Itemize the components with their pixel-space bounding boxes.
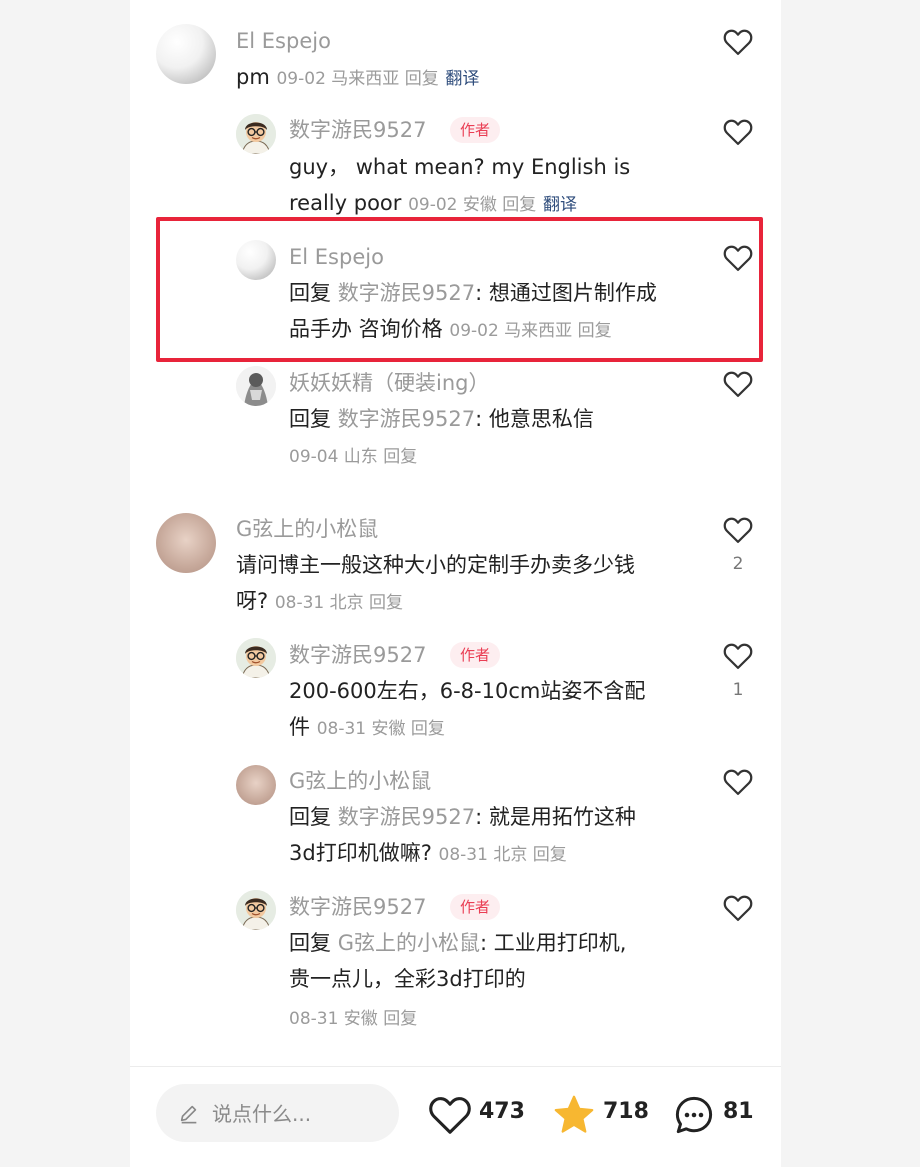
avatar[interactable] [156, 24, 216, 84]
comment-meta: 08-31 安徽 回复 [289, 1009, 418, 1029]
pencil-icon [180, 1105, 197, 1124]
mention-link[interactable]: 数字游民9527 [338, 407, 475, 431]
author-badge: 作者 [450, 642, 501, 668]
reply-prefix: 回复 [289, 931, 338, 955]
comment-text: 呀? [236, 589, 269, 613]
avatar[interactable] [236, 114, 276, 154]
heart-icon[interactable] [723, 516, 753, 544]
cartoon-avatar-icon [236, 890, 276, 930]
mention-link[interactable]: G弦上的小松鼠 [338, 931, 480, 955]
comment-meta: 09-04 山东 回复 [289, 447, 418, 467]
comment-body[interactable]: 回复 数字游民9527: 就是用拓竹这种 3d打印机做嘛? 08-31 北京 回… [289, 799, 709, 873]
avatar[interactable] [156, 513, 216, 573]
comment-count: 81 [723, 1099, 754, 1124]
comment-body[interactable]: guy， what mean? my English is really poo… [289, 149, 709, 223]
comment-text: 200-600左右，6-8-10cm站姿不含配 [289, 679, 646, 703]
comment-meta: 09-02 安徽 回复 [408, 195, 537, 215]
comment-meta: 08-31 北京 回复 [274, 593, 404, 613]
comment-text: : 工业用打印机, [479, 931, 627, 955]
comment-text: 3d打印机做嘛? [289, 841, 432, 865]
avatar[interactable] [236, 765, 276, 805]
translate-link[interactable]: 翻译 [543, 195, 577, 215]
sketch-avatar-icon [236, 366, 276, 406]
comment-bubble-icon[interactable] [673, 1094, 715, 1136]
username[interactable]: 数字游民9527 [289, 115, 426, 145]
comment-body[interactable]: 200-600左右，6-8-10cm站姿不含配 件 08-31 安徽 回复 [289, 673, 709, 747]
reply-prefix: 回复 [289, 805, 338, 829]
translate-link[interactable]: 翻译 [445, 69, 479, 89]
comment-text: really poor [289, 191, 402, 215]
comment-text: 件 [289, 715, 310, 739]
comment-body[interactable]: 回复 数字游民9527: 他意思私信 [289, 401, 709, 437]
avatar[interactable] [236, 890, 276, 930]
comment-placeholder: 说点什么... [212, 1102, 312, 1126]
comment-stat[interactable]: 81 [673, 1095, 773, 1135]
comment-text: pm [236, 65, 270, 89]
avatar[interactable] [236, 366, 276, 406]
comment-text: 贵一点儿，全彩3d打印的 [289, 967, 526, 991]
star-count: 718 [603, 1099, 649, 1124]
heart-icon[interactable] [723, 894, 753, 922]
heart-icon[interactable] [723, 118, 753, 146]
cartoon-avatar-icon [236, 638, 276, 678]
username[interactable]: 妖妖妖精（硬装ing） [289, 368, 489, 398]
heart-icon[interactable] [428, 1095, 472, 1135]
comment-meta: 08-31 安徽 回复 [316, 719, 445, 739]
comment-text: guy， what mean? my English is [289, 155, 631, 179]
comment-meta: 09-02 马来西亚 回复 [276, 69, 439, 89]
author-badge: 作者 [450, 117, 501, 143]
comment-text: : 他意思私信 [475, 407, 594, 431]
avatar[interactable] [236, 638, 276, 678]
star-stat[interactable]: 718 [552, 1095, 652, 1135]
like-count: 2 [732, 554, 744, 574]
reply-prefix: 回复 [289, 407, 338, 431]
comment-input[interactable]: 说点什么... [156, 1084, 399, 1142]
username[interactable]: El Espejo [236, 26, 331, 56]
username[interactable]: 数字游民9527 [289, 640, 426, 670]
heart-icon[interactable] [723, 642, 753, 670]
heart-icon[interactable] [723, 370, 753, 398]
author-badge: 作者 [450, 894, 501, 920]
comment-meta: 08-31 北京 回复 [438, 845, 567, 865]
bottom-action-bar: 说点什么... 473 718 81 [130, 1066, 781, 1167]
like-count: 473 [479, 1099, 525, 1124]
highlight-box [156, 217, 763, 362]
mention-link[interactable]: 数字游民9527 [338, 805, 475, 829]
comment-text: 请问博主一般这种大小的定制手办卖多少钱 [236, 553, 635, 577]
comment-text: : 就是用拓竹这种 [475, 805, 636, 829]
star-icon[interactable] [552, 1094, 596, 1136]
like-stat[interactable]: 473 [428, 1095, 528, 1135]
cartoon-avatar-icon [236, 114, 276, 154]
like-count: 1 [732, 680, 744, 700]
comment-body[interactable]: pm 09-02 马来西亚 回复 翻译 [236, 59, 706, 97]
comment-body[interactable]: 回复 G弦上的小松鼠: 工业用打印机, 贵一点儿，全彩3d打印的 [289, 925, 709, 997]
username[interactable]: G弦上的小松鼠 [236, 514, 378, 544]
username[interactable]: 数字游民9527 [289, 892, 426, 922]
heart-icon[interactable] [723, 28, 753, 56]
username[interactable]: G弦上的小松鼠 [289, 766, 431, 796]
heart-icon[interactable] [723, 768, 753, 796]
comment-body[interactable]: 请问博主一般这种大小的定制手办卖多少钱 呀? 08-31 北京 回复 [236, 547, 706, 621]
